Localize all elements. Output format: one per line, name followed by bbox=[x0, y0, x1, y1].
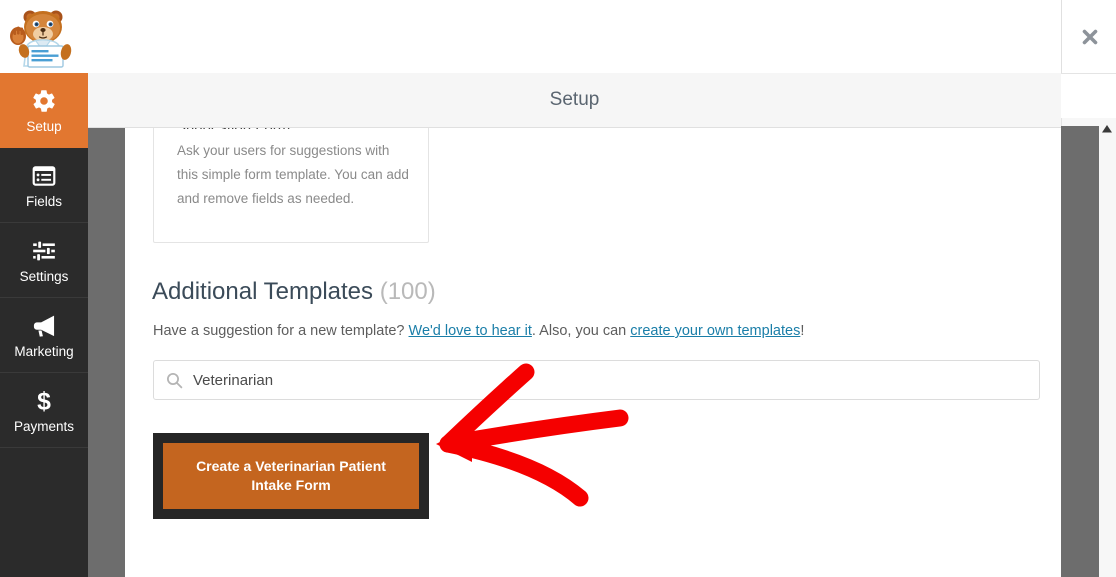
create-veterinarian-patient-intake-form-button[interactable]: Create a Veterinarian Patient Intake For… bbox=[163, 443, 419, 509]
suggestion-suffix: ! bbox=[800, 323, 805, 339]
additional-templates-count: (100) bbox=[379, 278, 436, 305]
sidebar-item-label: Payments bbox=[13, 418, 75, 434]
create-own-templates-link[interactable]: create your own templates bbox=[630, 323, 800, 339]
setup-panel-content: Suggestion Form Ask your users for sugge… bbox=[125, 128, 1061, 577]
megaphone-icon bbox=[31, 311, 58, 341]
sidebar-item-label: Fields bbox=[25, 193, 62, 209]
panel-header: Setup bbox=[88, 73, 1061, 128]
search-input[interactable] bbox=[193, 371, 1013, 389]
sidebar-item-marketing[interactable]: Marketing bbox=[0, 298, 88, 373]
builder-sidebar: Setup Fields Settings Marketing $ Paymen… bbox=[0, 73, 88, 577]
sidebar-item-label: Marketing bbox=[14, 343, 74, 359]
sidebar-item-label: Settings bbox=[19, 268, 69, 284]
window-topbar bbox=[0, 0, 1116, 73]
sidebar-item-payments[interactable]: $ Payments bbox=[0, 373, 88, 448]
additional-templates-heading-text: Additional Templates bbox=[152, 278, 374, 305]
wpforms-form-builder-window: Setup Fields Settings Marketing $ Paymen… bbox=[0, 0, 1116, 577]
template-search-box[interactable] bbox=[153, 360, 1040, 400]
gear-icon bbox=[31, 86, 57, 116]
dollar-icon: $ bbox=[31, 386, 57, 416]
additional-templates-heading: Additional Templates (100) bbox=[152, 278, 436, 306]
list-box-icon bbox=[31, 161, 57, 191]
wpforms-logo bbox=[6, 4, 80, 70]
sidebar-item-label: Setup bbox=[26, 119, 62, 134]
template-card-title: Suggestion Form bbox=[176, 128, 290, 129]
sidebar-item-fields[interactable]: Fields bbox=[0, 148, 88, 223]
suggestion-line: Have a suggestion for a new template? We… bbox=[153, 323, 804, 339]
sidebar-item-setup[interactable]: Setup bbox=[0, 73, 88, 148]
sidebar-item-settings[interactable]: Settings bbox=[0, 223, 88, 298]
sliders-icon bbox=[31, 236, 57, 266]
close-button[interactable] bbox=[1061, 0, 1116, 73]
love-to-hear-it-link[interactable]: We'd love to hear it bbox=[409, 323, 532, 339]
template-card-description: Ask your users for suggestions with this… bbox=[177, 143, 409, 206]
svg-text:$: $ bbox=[37, 388, 51, 414]
suggestion-prefix: Have a suggestion for a new template? bbox=[153, 323, 409, 339]
scroll-up-arrow-icon[interactable] bbox=[1100, 122, 1114, 136]
suggestion-middle: . Also, you can bbox=[531, 323, 631, 339]
create-form-button-highlight: Create a Veterinarian Patient Intake For… bbox=[153, 433, 429, 519]
page-title: Setup bbox=[549, 89, 600, 110]
vertical-scrollbar-thumb[interactable] bbox=[1061, 126, 1099, 577]
panel-gutter bbox=[88, 128, 125, 577]
template-card-suggestion[interactable]: Suggestion Form Ask your users for sugge… bbox=[153, 128, 429, 243]
close-icon bbox=[1082, 29, 1097, 44]
search-icon bbox=[166, 372, 183, 389]
